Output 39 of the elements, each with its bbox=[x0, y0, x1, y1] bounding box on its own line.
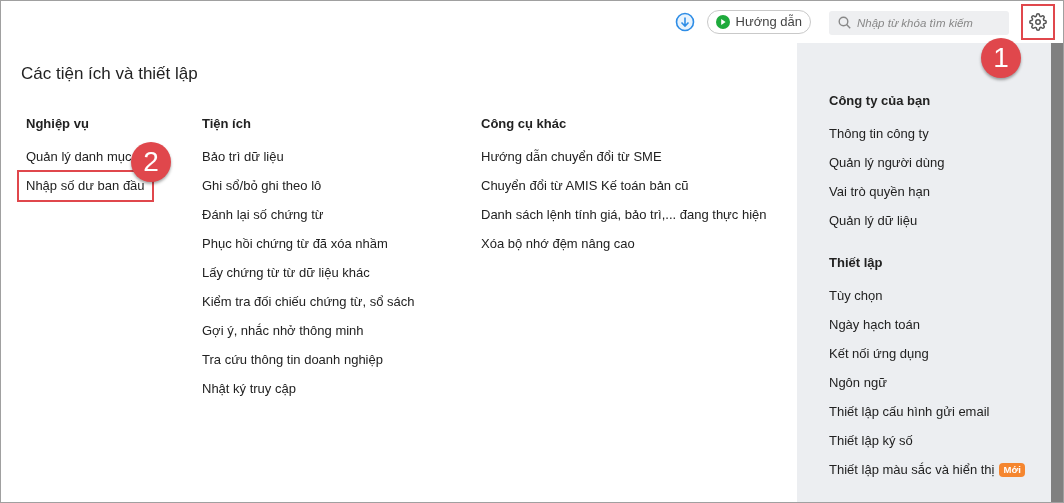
menu-link[interactable]: Nhật ký truy cập bbox=[202, 379, 296, 399]
settings-link[interactable]: Thiết lập cấu hình gửi email bbox=[829, 401, 990, 422]
settings-link[interactable]: Ngôn ngữ bbox=[829, 372, 887, 393]
menu-link[interactable]: Lấy chứng từ từ dữ liệu khác bbox=[202, 263, 370, 283]
menu-link[interactable]: Gợi ý, nhắc nhở thông minh bbox=[202, 321, 364, 341]
settings-icon bbox=[1029, 13, 1047, 31]
settings-link[interactable]: Vai trò quyền hạn bbox=[829, 181, 930, 202]
column-heading: Tiện ích bbox=[202, 114, 252, 133]
play-icon bbox=[715, 15, 730, 29]
column-heading: Nghiệp vụ bbox=[26, 114, 90, 133]
menu-link[interactable]: Đánh lại số chứng từ bbox=[202, 205, 324, 225]
search-icon bbox=[838, 15, 851, 29]
menu-link[interactable]: Xóa bộ nhớ đệm nâng cao bbox=[481, 234, 635, 254]
menu-link[interactable]: Kiểm tra đối chiếu chứng từ, sổ sách bbox=[202, 292, 415, 312]
menu-link[interactable]: Chuyển đổi từ AMIS Kế toán bản cũ bbox=[481, 176, 689, 196]
settings-link[interactable]: Tùy chọn bbox=[829, 285, 883, 306]
settings-link[interactable]: Thiết lập màu sắc và hiển thị bbox=[829, 459, 995, 480]
menu-link[interactable]: Tra cứu thông tin doanh nghiệp bbox=[202, 350, 383, 370]
settings-link[interactable]: Ngày hạch toán bbox=[829, 314, 921, 335]
menu-link[interactable]: Hướng dẫn chuyển đổi từ SME bbox=[481, 147, 662, 167]
menu-link[interactable]: Ghi sổ/bỏ ghi theo lô bbox=[202, 176, 322, 196]
callout-marker: 1 bbox=[981, 38, 1021, 78]
page-title: Các tiện ích và thiết lập bbox=[21, 63, 199, 85]
menu-link[interactable]: Phục hồi chứng từ đã xóa nhầm bbox=[202, 234, 388, 254]
menu-link[interactable]: Bảo trì dữ liệu bbox=[202, 147, 284, 167]
settings-button[interactable] bbox=[1021, 4, 1055, 40]
search-field[interactable]: Nhập từ khóa tìm kiếm bbox=[829, 10, 1009, 35]
menu-link[interactable]: Danh sách lệnh tính giá, bảo trì,... đang thực hiện bbox=[481, 205, 767, 225]
settings-link[interactable]: Thông tin công ty bbox=[829, 123, 929, 144]
settings-link[interactable]: Quản lý dữ liệu bbox=[829, 210, 918, 231]
download-icon[interactable] bbox=[674, 12, 695, 32]
settings-link[interactable]: Quản lý người dùng bbox=[829, 152, 945, 173]
section-heading: Thiết lập bbox=[829, 254, 884, 272]
section-heading: Công ty của bạn bbox=[829, 92, 932, 110]
settings-link[interactable]: Thiết lập ký số bbox=[829, 430, 913, 451]
menu-link[interactable]: Quản lý danh mục bbox=[26, 147, 132, 167]
column-heading: Công cụ khác bbox=[481, 114, 568, 133]
settings-link[interactable]: Kết nối ứng dụng bbox=[829, 343, 929, 364]
new-badge: Mới bbox=[999, 462, 1025, 477]
